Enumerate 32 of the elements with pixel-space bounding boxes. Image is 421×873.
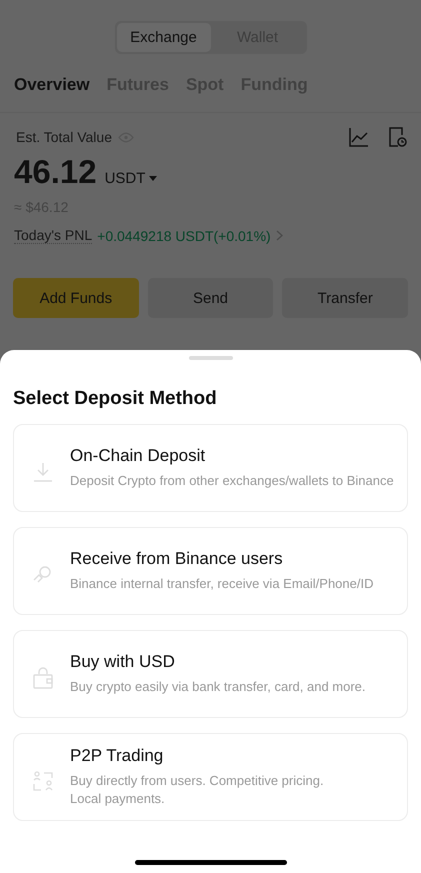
deposit-method-card[interactable]: Receive from Binance users Binance internal transfer, receive via Email/Phone/ID — [13, 527, 408, 615]
action-button[interactable]: Send — [148, 278, 274, 318]
action-button[interactable]: Transfer — [282, 278, 408, 318]
method-title: P2P Trading — [70, 746, 164, 766]
method-description: Deposit Crypto from other exchanges/wallets to Binance — [70, 472, 394, 490]
deposit-method-card[interactable]: Buy with USD Buy crypto easily via bank transfer, card, and more. — [13, 630, 408, 718]
people-icon — [33, 771, 53, 792]
chevron-icon[interactable] — [276, 230, 283, 241]
method-description: Buy crypto easily via bank transfer, card, and more. — [70, 678, 366, 696]
download-icon — [33, 462, 53, 482]
method-description: Binance internal transfer, receive via Email/Phone/ID — [70, 574, 374, 593]
method-title: On-Chain Deposit — [70, 446, 206, 466]
wallet-icon — [33, 667, 53, 689]
method-title: Buy with USD — [70, 652, 176, 672]
action-button[interactable]: Add Funds — [13, 278, 139, 318]
chart-icon[interactable] — [349, 127, 369, 147]
caret-icon — [149, 176, 158, 181]
segment-tab[interactable]: Exchange — [116, 23, 210, 52]
method-title: Receive from Binance users — [70, 548, 284, 569]
balance-label: Est. Total Value — [16, 129, 112, 145]
hand-coin-icon — [33, 565, 53, 585]
sheet-title: Select Deposit Method — [13, 388, 218, 410]
method-description: Buy directly from users. Competitive pricing. Local payments. — [70, 772, 324, 808]
pnl-label: Today's PNL — [14, 227, 92, 244]
pnl-value: +0.0449218 USDT(+0.01%) — [97, 228, 271, 244]
balance-amount: 46.12 — [14, 153, 97, 191]
deposit-method-card[interactable]: On-Chain Deposit Deposit Crypto from other exchanges/wallets to Binance — [13, 424, 408, 512]
nav-tab[interactable]: Overview — [14, 72, 90, 98]
history-icon[interactable] — [389, 127, 407, 147]
deposit-method-card[interactable]: P2P Trading Buy directly from users. Competitive pricing. Local payments. — [13, 733, 408, 822]
drag-handle[interactable] — [188, 356, 232, 360]
currency-selector[interactable]: USDT — [104, 170, 158, 187]
